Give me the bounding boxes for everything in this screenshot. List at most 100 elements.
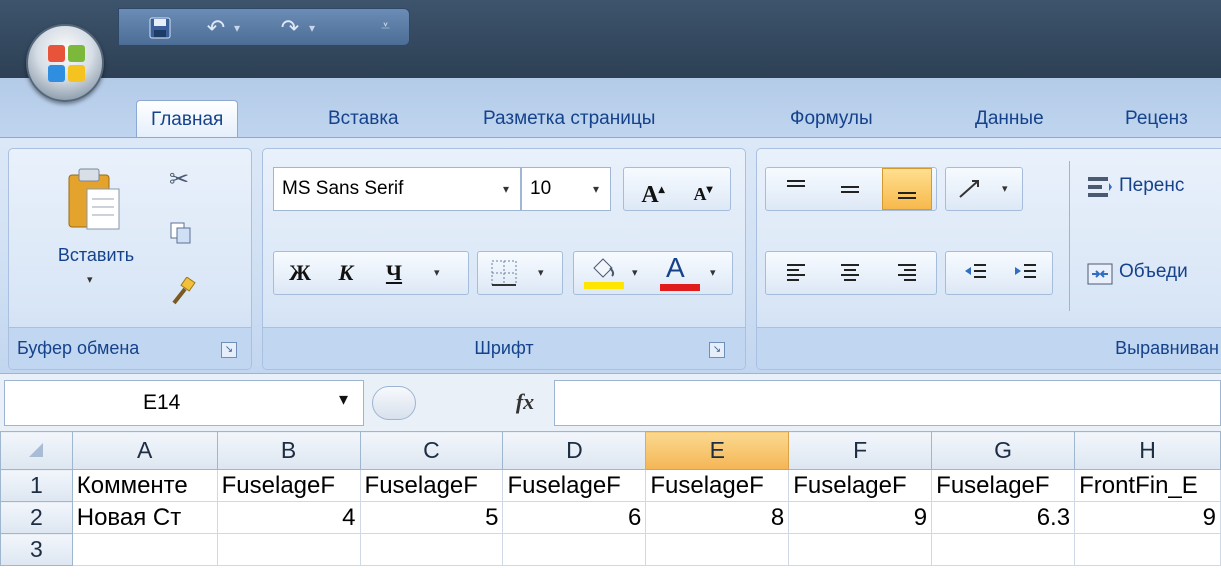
column-header-f[interactable]: F bbox=[788, 431, 933, 470]
fill-color-icon bbox=[593, 258, 615, 278]
cell[interactable]: Комменте bbox=[71, 469, 218, 502]
cell[interactable]: FuselageF bbox=[788, 469, 933, 502]
tab-review[interactable]: Реценз bbox=[1125, 100, 1188, 138]
paste-label: Вставить bbox=[57, 245, 135, 265]
italic-button[interactable]: К bbox=[326, 252, 366, 294]
cell[interactable] bbox=[788, 533, 933, 566]
cell[interactable]: 6 bbox=[502, 501, 647, 534]
tab-home[interactable]: Главная bbox=[136, 100, 239, 138]
font-launcher-icon[interactable]: ↘ bbox=[709, 342, 725, 358]
cell[interactable] bbox=[931, 533, 1076, 566]
select-all-corner[interactable] bbox=[0, 431, 73, 470]
cell[interactable] bbox=[216, 533, 361, 566]
align-center-button[interactable] bbox=[826, 252, 874, 294]
cell[interactable] bbox=[71, 533, 218, 566]
cut-icon[interactable]: ✂ bbox=[169, 165, 199, 195]
cell[interactable]: FuselageF bbox=[359, 469, 504, 502]
copy-icon[interactable] bbox=[169, 221, 199, 251]
shrink-font-button[interactable]: A▾ bbox=[680, 168, 726, 210]
font-size-dropdown-icon[interactable]: ▾ bbox=[582, 168, 610, 210]
cell[interactable] bbox=[359, 533, 504, 566]
row-header[interactable]: 1 bbox=[0, 469, 73, 502]
customize-toolbar-icon[interactable]: ⩡ bbox=[381, 18, 390, 36]
office-button[interactable] bbox=[26, 24, 104, 102]
paste-dropdown-icon[interactable]: ▾ bbox=[87, 273, 93, 286]
save-icon[interactable] bbox=[149, 17, 171, 39]
undo-icon[interactable]: ↶ bbox=[205, 17, 227, 39]
cell[interactable]: FuselageF bbox=[502, 469, 647, 502]
cell[interactable]: 9 bbox=[788, 501, 933, 534]
underline-dropdown-icon[interactable]: ▾ bbox=[434, 266, 440, 279]
cell[interactable]: FrontFin_E bbox=[1074, 469, 1221, 502]
clipboard-group-label: Буфер обмена bbox=[9, 327, 251, 369]
orientation-dropdown-icon[interactable]: ▾ bbox=[1002, 182, 1008, 195]
align-top-button[interactable] bbox=[772, 168, 820, 210]
tab-data[interactable]: Данные bbox=[975, 100, 1044, 138]
column-header-e[interactable]: E bbox=[645, 431, 790, 470]
name-box-dropdown-icon[interactable]: ▾ bbox=[339, 389, 348, 410]
increase-indent-button[interactable] bbox=[1002, 252, 1048, 294]
cell[interactable] bbox=[502, 533, 647, 566]
font-color-button[interactable]: A ▾ bbox=[658, 252, 728, 292]
formula-input[interactable] bbox=[554, 380, 1221, 426]
font-color-dropdown-icon[interactable]: ▾ bbox=[710, 266, 716, 279]
font-size-value: 10 bbox=[530, 178, 552, 199]
align-bottom-icon bbox=[898, 192, 916, 199]
cell[interactable]: FuselageF bbox=[931, 469, 1076, 502]
fill-color-button[interactable]: ▾ bbox=[582, 256, 642, 290]
table-row: 1 Комменте FuselageF FuselageF FuselageF… bbox=[0, 469, 1221, 502]
decrease-indent-button[interactable] bbox=[952, 252, 998, 294]
cell[interactable]: FuselageF bbox=[645, 469, 790, 502]
font-name-value: MS Sans Serif bbox=[282, 178, 404, 199]
align-bottom-button[interactable] bbox=[882, 168, 932, 210]
clipboard-launcher-icon[interactable]: ↘ bbox=[221, 342, 237, 358]
name-box[interactable]: E14 ▾ bbox=[4, 380, 364, 426]
clipboard-group-title: Буфер обмена bbox=[17, 338, 140, 358]
title-bar: ↶ ▾ ↷ ▾ ⩡ bbox=[0, 0, 1221, 78]
format-painter-icon[interactable] bbox=[169, 276, 199, 307]
tab-insert[interactable]: Вставка bbox=[328, 100, 399, 138]
orientation-button[interactable]: ▾ bbox=[945, 167, 1023, 211]
cell[interactable]: 9 bbox=[1074, 501, 1221, 534]
redo-dropdown-icon[interactable]: ▾ bbox=[309, 21, 315, 35]
column-header-h[interactable]: H bbox=[1074, 431, 1221, 470]
cell[interactable]: 6.3 bbox=[931, 501, 1076, 534]
align-middle-button[interactable] bbox=[826, 168, 874, 210]
redo-icon[interactable]: ↷ bbox=[279, 17, 301, 39]
bold-button[interactable]: Ж bbox=[280, 252, 320, 294]
align-left-button[interactable] bbox=[772, 252, 820, 294]
underline-button[interactable]: Ч bbox=[374, 252, 414, 294]
column-header-d[interactable]: D bbox=[502, 431, 647, 470]
borders-dropdown-icon[interactable]: ▾ bbox=[538, 266, 544, 279]
column-header-b[interactable]: B bbox=[216, 431, 361, 470]
undo-dropdown-icon[interactable]: ▾ bbox=[234, 21, 240, 35]
row-header[interactable]: 2 bbox=[0, 501, 73, 534]
color-buttons: ▾ A ▾ bbox=[573, 251, 733, 295]
fill-color-dropdown-icon[interactable]: ▾ bbox=[632, 266, 638, 279]
tab-page-layout[interactable]: Разметка страницы bbox=[483, 100, 655, 138]
font-name-dropdown-icon[interactable]: ▾ bbox=[492, 168, 520, 210]
row-header[interactable]: 3 bbox=[0, 533, 73, 566]
column-header-a[interactable]: A bbox=[71, 431, 218, 470]
formula-bar-resize-handle[interactable] bbox=[372, 386, 416, 420]
grow-font-button[interactable]: A▴ bbox=[630, 168, 676, 210]
cell[interactable] bbox=[645, 533, 790, 566]
borders-button[interactable]: ▾ bbox=[477, 251, 563, 295]
column-header-c[interactable]: C bbox=[359, 431, 504, 470]
cell[interactable]: 5 bbox=[359, 501, 504, 534]
font-name-combo[interactable]: MS Sans Serif ▾ bbox=[273, 167, 521, 211]
cell[interactable]: Новая Ст bbox=[71, 501, 218, 534]
font-size-combo[interactable]: 10 ▾ bbox=[521, 167, 611, 211]
column-header-g[interactable]: G bbox=[931, 431, 1076, 470]
tab-formulas[interactable]: Формулы bbox=[790, 100, 873, 138]
paste-button[interactable]: Вставить ▾ bbox=[47, 161, 137, 311]
cell[interactable]: 4 bbox=[216, 501, 361, 534]
font-color-swatch bbox=[660, 284, 700, 291]
insert-function-button[interactable]: fx bbox=[500, 382, 550, 422]
cell[interactable]: FuselageF bbox=[216, 469, 361, 502]
fill-color-swatch bbox=[584, 282, 624, 289]
align-right-button[interactable] bbox=[882, 252, 932, 294]
cell[interactable]: 8 bbox=[645, 501, 790, 534]
cell[interactable] bbox=[1074, 533, 1221, 566]
alignment-group-label: Выравниван bbox=[757, 327, 1221, 369]
